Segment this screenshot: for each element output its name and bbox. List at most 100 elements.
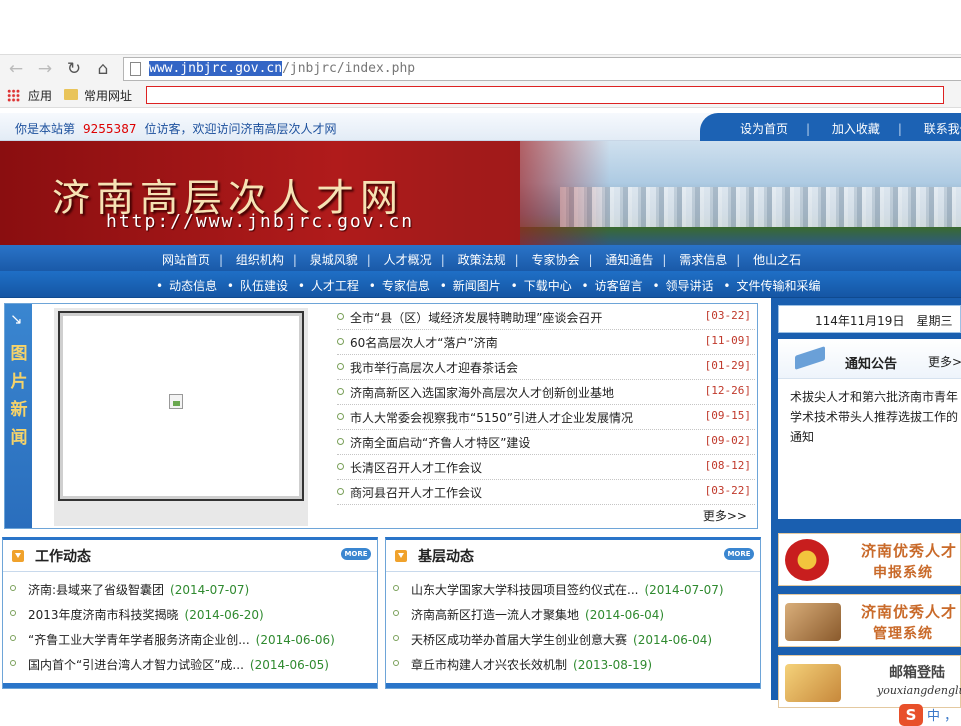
submenu-guestbook[interactable]: 访客留言: [595, 279, 643, 293]
list-item[interactable]: 章丘市构建人才兴农长效机制 (2013-08-19): [386, 651, 760, 676]
picture-news-more-link[interactable]: 更多>>: [703, 507, 747, 524]
set-homepage-link[interactable]: 设为首页: [740, 122, 788, 136]
list-item[interactable]: 全市“县（区）域经济发展特聘助理”座谈会召开 [03-22]: [337, 305, 755, 330]
menu-organization[interactable]: 组织机构: [236, 253, 284, 267]
panel-header: 工作动态 MORE: [3, 540, 377, 572]
bullet-icon: [337, 463, 344, 470]
menu-other-stones[interactable]: 他山之石: [753, 253, 801, 267]
menu-city-scenery[interactable]: 泉城风貌: [310, 253, 358, 267]
item-title[interactable]: 济南:县域来了省级智囊团: [28, 583, 164, 597]
news-date: [09-02]: [704, 434, 751, 447]
list-item[interactable]: 商河县召开人才工作会议 [03-22]: [337, 480, 755, 505]
list-item[interactable]: 2013年度济南市科技奖揭晓 (2014-06-20): [3, 601, 377, 626]
work-dynamics-panel: 工作动态 MORE 济南:县域来了省级智囊团 (2014-07-07) 2013年…: [2, 537, 378, 689]
item-date: (2014-07-07): [170, 583, 250, 597]
contact-link[interactable]: 联系我们: [924, 122, 961, 136]
visitor-prefix: 你是本站第: [15, 122, 76, 136]
news-title[interactable]: 我市举行高层次人才迎春茶话会: [350, 359, 518, 376]
address-bar[interactable]: www.jnbjrc.gov.cn/jnbjrc/index.php: [123, 57, 961, 81]
reload-icon[interactable]: ↻: [64, 58, 84, 80]
news-title[interactable]: 商河县召开人才工作会议: [350, 484, 482, 501]
notice-item[interactable]: 术拔尖人才和第六批济南市青年学术技术带头人推荐选拔工作的通知: [790, 387, 961, 447]
more-button[interactable]: MORE: [724, 548, 754, 560]
list-item[interactable]: 市人大常委会视察我市“5150”引进人才企业发展情况 [09-15]: [337, 405, 755, 430]
banner-line-1: 邮箱登陆: [889, 665, 945, 681]
news-title[interactable]: 济南全面启动“齐鲁人才特区”建设: [350, 434, 530, 451]
submenu-leader-speeches[interactable]: 领导讲话: [666, 279, 714, 293]
home-icon[interactable]: ⌂: [93, 58, 113, 80]
menu-home[interactable]: 网站首页: [162, 253, 210, 267]
forward-arrow-icon[interactable]: →: [35, 58, 55, 80]
item-title[interactable]: 济南高新区打造一流人才聚集地: [411, 608, 579, 622]
folder-icon: [64, 89, 78, 100]
list-item[interactable]: 济南全面启动“齐鲁人才特区”建设 [09-02]: [337, 430, 755, 455]
list-item[interactable]: “齐鲁工业大学青年学者服务济南企业创... (2014-06-06): [3, 626, 377, 651]
item-date: (2014-06-20): [184, 608, 264, 622]
menu-demand-info[interactable]: 需求信息: [679, 253, 727, 267]
picture-news-vertical-title: 图片新闻: [10, 344, 28, 448]
submenu-expert-info[interactable]: 专家信息: [382, 279, 430, 293]
item-title[interactable]: “齐鲁工业大学青年学者服务济南企业创...: [28, 633, 250, 647]
more-button[interactable]: MORE: [341, 548, 371, 560]
menu-notices[interactable]: 通知通告: [605, 253, 653, 267]
news-date: [11-09]: [704, 334, 751, 347]
grassroots-dynamics-panel: 基层动态 MORE 山东大学国家大学科技园项目签约仪式在... (2014-07-…: [385, 537, 761, 689]
back-arrow-icon[interactable]: ←: [6, 58, 26, 80]
bookmark-apps[interactable]: 应用: [28, 87, 52, 104]
item-title[interactable]: 章丘市构建人才兴农长效机制: [411, 658, 567, 672]
menu-talent-overview[interactable]: 人才概况: [384, 253, 432, 267]
site-top-bar: 你是本站第 9255387 位访客，欢迎访问济南高层次人才网 设为首页 | 加入收藏 |…: [0, 113, 961, 141]
notice-panel: 通知公告 更多>> 术拔尖人才和第六批济南市青年学术技术带头人推荐选拔工作的通知: [778, 339, 961, 519]
submenu-file-transfer[interactable]: 文件传输和采编: [736, 279, 820, 293]
news-image-frame[interactable]: [54, 308, 308, 526]
bullet-icon: [337, 313, 344, 320]
talent-management-system-banner[interactable]: 济南优秀人才 管理系统: [778, 594, 961, 647]
list-item[interactable]: 济南高新区入选国家海外高层次人才创新创业基地 [12-26]: [337, 380, 755, 405]
banner-line-2: 管理系统: [873, 626, 933, 642]
list-item[interactable]: 长清区召开人才工作会议 [08-12]: [337, 455, 755, 480]
bullet-icon: [337, 413, 344, 420]
megaphone-icon: [791, 347, 831, 371]
banner-line-1: 济南优秀人才: [861, 603, 958, 621]
address-url[interactable]: www.jnbjrc.gov.cn/jnbjrc/index.php: [149, 61, 415, 76]
submenu-dynamic-info[interactable]: 动态信息: [169, 279, 217, 293]
list-item[interactable]: 济南:县域来了省级智囊团 (2014-07-07): [3, 576, 377, 601]
apps-grid-icon[interactable]: [7, 89, 20, 102]
list-item[interactable]: 国内首个“引进台湾人才智力试验区”成... (2014-06-05): [3, 651, 377, 676]
submenu-talent-project[interactable]: 人才工程: [311, 279, 359, 293]
submenu-download-center[interactable]: 下载中心: [524, 279, 572, 293]
list-item[interactable]: 60名高层次人才“落户”济南 [11-09]: [337, 330, 755, 355]
news-title[interactable]: 全市“县（区）域经济发展特聘助理”座谈会召开: [350, 309, 602, 326]
bookmark-edit-field[interactable]: [146, 86, 944, 104]
mail-login-banner[interactable]: 邮箱登陆 youxiangdenglu S 中 ，: [778, 655, 961, 726]
item-title[interactable]: 2013年度济南市科技奖揭晓: [28, 608, 179, 622]
news-title[interactable]: 济南高新区入选国家海外高层次人才创新创业基地: [350, 384, 614, 401]
broken-image-icon: [169, 394, 183, 409]
bullet-icon: [337, 488, 344, 495]
item-title[interactable]: 山东大学国家大学科技园项目签约仪式在...: [411, 583, 638, 597]
item-title[interactable]: 国内首个“引进台湾人才智力试验区”成...: [28, 658, 244, 672]
grassroots-dynamics-list: 山东大学国家大学科技园项目签约仪式在... (2014-07-07) 济南高新区打…: [386, 576, 760, 676]
news-title[interactable]: 长清区召开人才工作会议: [350, 459, 482, 476]
add-favorite-link[interactable]: 加入收藏: [832, 122, 880, 136]
list-item[interactable]: 我市举行高层次人才迎春茶话会 [01-29]: [337, 355, 755, 380]
list-item[interactable]: 济南高新区打造一流人才聚集地 (2014-06-04): [386, 601, 760, 626]
submenu-team-building[interactable]: 队伍建设: [240, 279, 288, 293]
bookmark-common-sites[interactable]: 常用网址: [84, 87, 132, 104]
menu-expert-association[interactable]: 专家协会: [531, 253, 579, 267]
item-title[interactable]: 天桥区成功举办首届大学生创业创意大赛: [411, 633, 627, 647]
news-title[interactable]: 市人大常委会视察我市“5150”引进人才企业发展情况: [350, 409, 633, 426]
item-date: (2014-07-07): [644, 583, 724, 597]
submenu-news-pictures[interactable]: 新闻图片: [453, 279, 501, 293]
menu-policies[interactable]: 政策法规: [458, 253, 506, 267]
item-date: (2014-06-04): [633, 633, 713, 647]
ime-toolbar[interactable]: S 中 ，: [899, 704, 961, 726]
news-title[interactable]: 60名高层次人才“落户”济南: [350, 334, 498, 351]
notice-more-link[interactable]: 更多>>: [928, 353, 961, 370]
talent-apply-system-banner[interactable]: 济南优秀人才 申报系统: [778, 533, 961, 586]
list-item[interactable]: 天桥区成功举办首届大学生创业创意大赛 (2014-06-04): [386, 626, 760, 651]
side-banners: 济南优秀人才 申报系统 济南优秀人才 管理系统 邮箱登陆 youxiangden…: [778, 533, 961, 726]
news-date: [09-15]: [704, 409, 751, 422]
list-item[interactable]: 山东大学国家大学科技园项目签约仪式在... (2014-07-07): [386, 576, 760, 601]
panel-title: 基层动态: [418, 549, 474, 565]
